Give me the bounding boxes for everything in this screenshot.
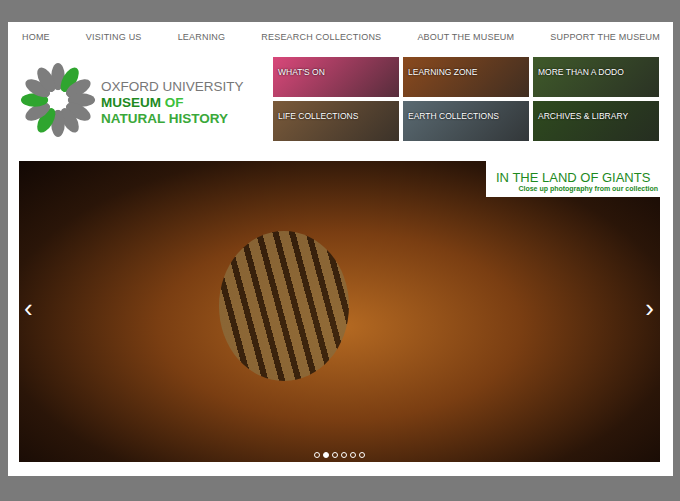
- nav-item[interactable]: SUPPORT THE MUSEUM: [550, 32, 660, 57]
- top-nav: HOME VISITING US LEARNING RESEARCH COLLECTI…: [19, 22, 660, 57]
- nav-item[interactable]: RESEARCH COLLECTIONS: [261, 32, 381, 57]
- tile[interactable]: WHAT'S ON: [273, 57, 399, 97]
- logo-text: OXFORD UNIVERSITYMUSEUM OFNATURAL HISTOR…: [101, 60, 244, 127]
- slide-dot[interactable]: [314, 452, 320, 458]
- tile-grid: WHAT'S ONLEARNING ZONEMORE THAN A DODO LI…: [273, 57, 659, 161]
- slide-dot[interactable]: [350, 452, 356, 458]
- tile[interactable]: LEARNING ZONE: [403, 57, 529, 97]
- nav-item[interactable]: LEARNING: [178, 32, 226, 57]
- tile[interactable]: ARCHIVES & LIBRARY: [533, 101, 659, 141]
- slide-dot[interactable]: [359, 452, 365, 458]
- hero-photo: [19, 161, 660, 462]
- logo[interactable]: OXFORD UNIVERSITYMUSEUM OFNATURAL HISTOR…: [19, 57, 273, 161]
- site-card: HOME VISITING US LEARNING RESEARCH COLLECTI…: [8, 22, 673, 476]
- hero-caption[interactable]: IN THE LAND OF GIANTSClose up photograph…: [486, 161, 660, 197]
- slide-dot[interactable]: [332, 452, 338, 458]
- header: OXFORD UNIVERSITYMUSEUM OFNATURAL HISTOR…: [19, 57, 660, 161]
- flower-logo-icon: [19, 60, 97, 140]
- tile[interactable]: MORE THAN A DODO: [533, 57, 659, 97]
- slide-dot[interactable]: [323, 452, 329, 458]
- slide-dot[interactable]: [341, 452, 347, 458]
- tile[interactable]: LIFE COLLECTIONS: [273, 101, 399, 141]
- hero-slider: IN THE LAND OF GIANTSClose up photograph…: [19, 161, 660, 462]
- nav-item[interactable]: ABOUT THE MUSEUM: [417, 32, 514, 57]
- tile[interactable]: EARTH COLLECTIONS: [403, 101, 529, 141]
- page: HOME VISITING US LEARNING RESEARCH COLLECTI…: [0, 0, 680, 501]
- nav-item[interactable]: HOME: [22, 32, 50, 57]
- slide-dots: [19, 452, 660, 458]
- prev-arrow-icon[interactable]: ‹: [24, 295, 33, 321]
- nav-item[interactable]: VISITING US: [86, 32, 142, 57]
- next-arrow-icon[interactable]: ›: [645, 295, 654, 321]
